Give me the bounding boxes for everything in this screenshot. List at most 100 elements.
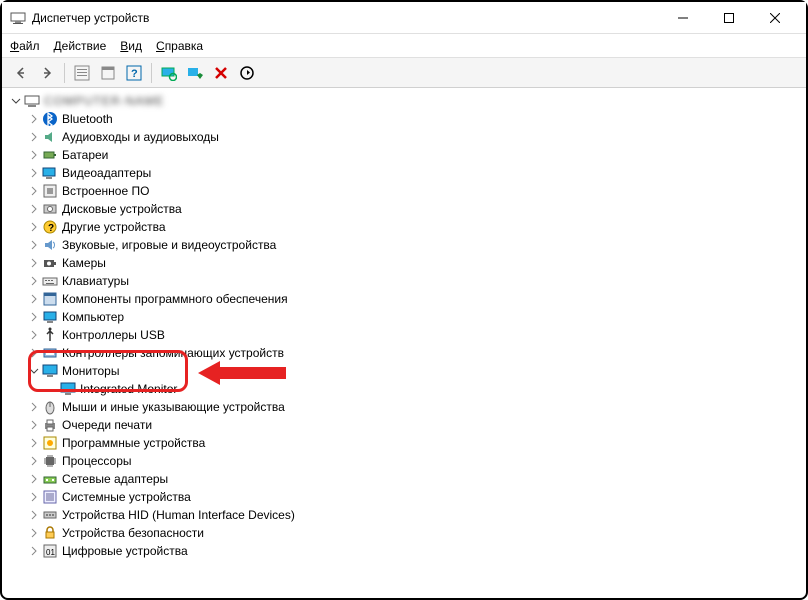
category-label: Другие устройства	[62, 220, 166, 234]
category-node[interactable]: Камеры	[28, 254, 806, 272]
expander-icon[interactable]	[28, 293, 40, 305]
usb-icon	[42, 327, 58, 343]
print-icon	[42, 417, 58, 433]
expander-icon[interactable]	[28, 455, 40, 467]
back-button[interactable]	[9, 61, 33, 85]
expander-icon[interactable]	[28, 239, 40, 251]
category-node[interactable]: Программные устройства	[28, 434, 806, 452]
category-node[interactable]: Мыши и иные указывающие устройства	[28, 398, 806, 416]
menu-view[interactable]: Вид	[120, 39, 142, 53]
category-node[interactable]: 01Цифровые устройства	[28, 542, 806, 560]
category-node[interactable]: Bluetooth	[28, 110, 806, 128]
expander-icon[interactable]	[28, 401, 40, 413]
category-node[interactable]: ? Другие устройства	[28, 218, 806, 236]
expander-icon[interactable]	[28, 473, 40, 485]
category-label: Звуковые, игровые и видеоустройства	[62, 238, 276, 252]
expander-icon[interactable]	[28, 185, 40, 197]
category-label: Аудиовходы и аудиовыходы	[62, 130, 219, 144]
svg-text:?: ?	[48, 223, 54, 234]
expander-icon[interactable]	[10, 95, 22, 107]
expander-icon[interactable]	[28, 491, 40, 503]
category-node[interactable]: Контроллеры запоминающих устройств	[28, 344, 806, 362]
category-label: Процессоры	[62, 454, 132, 468]
bluetooth-icon	[42, 111, 58, 127]
expander-icon[interactable]	[28, 527, 40, 539]
category-node[interactable]: Системные устройства	[28, 488, 806, 506]
device-node[interactable]: Integrated Monitor	[46, 380, 806, 398]
camera-icon	[42, 255, 58, 271]
computer-icon	[24, 93, 40, 109]
expander-icon[interactable]	[28, 131, 40, 143]
category-node[interactable]: Устройства HID (Human Interface Devices)	[28, 506, 806, 524]
expander-icon[interactable]	[28, 203, 40, 215]
software-icon	[42, 291, 58, 307]
category-node[interactable]: Сетевые адаптеры	[28, 470, 806, 488]
expander-icon[interactable]	[28, 257, 40, 269]
category-node[interactable]: Компьютер	[28, 308, 806, 326]
device-tree: COMPUTER-NAME Bluetooth Аудиовходы и аудио…	[8, 92, 806, 560]
expander-icon[interactable]	[28, 113, 40, 125]
minimize-button[interactable]	[660, 3, 706, 33]
computer-icon	[42, 309, 58, 325]
category-node[interactable]: Звуковые, игровые и видеоустройства	[28, 236, 806, 254]
expander-icon[interactable]	[28, 329, 40, 341]
forward-button[interactable]	[35, 61, 59, 85]
sound-icon	[42, 237, 58, 253]
expander-icon[interactable]	[28, 545, 40, 557]
show-hide-tree-button[interactable]	[70, 61, 94, 85]
help-button[interactable]: ?	[122, 61, 146, 85]
category-label: Компоненты программного обеспечения	[62, 292, 288, 306]
uninstall-button[interactable]	[209, 61, 233, 85]
expander-icon[interactable]	[28, 419, 40, 431]
category-label: Дисковые устройства	[62, 202, 182, 216]
category-node[interactable]: Дисковые устройства	[28, 200, 806, 218]
properties-button[interactable]	[96, 61, 120, 85]
device-tree-panel[interactable]: COMPUTER-NAME Bluetooth Аудиовходы и аудио…	[2, 88, 806, 598]
expander-icon[interactable]	[28, 347, 40, 359]
update-driver-button[interactable]	[183, 61, 207, 85]
battery-icon	[42, 147, 58, 163]
expander-icon[interactable]	[28, 221, 40, 233]
category-node[interactable]: Очереди печати	[28, 416, 806, 434]
disable-button[interactable]	[235, 61, 259, 85]
hid-icon	[42, 507, 58, 523]
menu-help[interactable]: Справка	[156, 39, 203, 53]
expander-icon[interactable]	[28, 509, 40, 521]
category-label: Встроенное ПО	[62, 184, 149, 198]
device-label: Integrated Monitor	[80, 382, 177, 396]
tree-root-node[interactable]: COMPUTER-NAME	[10, 92, 806, 110]
disk-icon	[42, 201, 58, 217]
menu-file[interactable]: Файл	[10, 39, 40, 53]
expander-icon[interactable]	[28, 167, 40, 179]
expander-icon[interactable]	[28, 437, 40, 449]
expander-icon[interactable]	[28, 311, 40, 323]
category-node[interactable]: Встроенное ПО	[28, 182, 806, 200]
network-icon	[42, 471, 58, 487]
category-node[interactable]: Компоненты программного обеспечения	[28, 290, 806, 308]
expander-icon[interactable]	[28, 275, 40, 287]
maximize-button[interactable]	[706, 3, 752, 33]
category-node[interactable]: Аудиовходы и аудиовыходы	[28, 128, 806, 146]
category-node[interactable]: Процессоры	[28, 452, 806, 470]
audio-icon	[42, 129, 58, 145]
scan-hardware-button[interactable]	[157, 61, 181, 85]
category-label: Компьютер	[62, 310, 124, 324]
keyboard-icon	[42, 273, 58, 289]
expander-icon[interactable]	[28, 365, 40, 377]
close-button[interactable]	[752, 3, 798, 33]
svg-text:?: ?	[131, 68, 138, 80]
titlebar: Диспетчер устройств	[2, 2, 806, 34]
category-label: Мониторы	[62, 364, 119, 378]
category-node[interactable]: Контроллеры USB	[28, 326, 806, 344]
expander-icon[interactable]	[28, 149, 40, 161]
category-label: Батареи	[62, 148, 108, 162]
category-node[interactable]: Батареи	[28, 146, 806, 164]
storage-ctrl-icon	[42, 345, 58, 361]
menu-action[interactable]: Действие	[54, 39, 107, 53]
category-node[interactable]: Видеоадаптеры	[28, 164, 806, 182]
category-node[interactable]: Устройства безопасности	[28, 524, 806, 542]
category-node[interactable]: Клавиатуры	[28, 272, 806, 290]
digital-icon: 01	[42, 543, 58, 559]
category-node[interactable]: Мониторы	[28, 362, 806, 380]
root-label: COMPUTER-NAME	[44, 94, 164, 108]
